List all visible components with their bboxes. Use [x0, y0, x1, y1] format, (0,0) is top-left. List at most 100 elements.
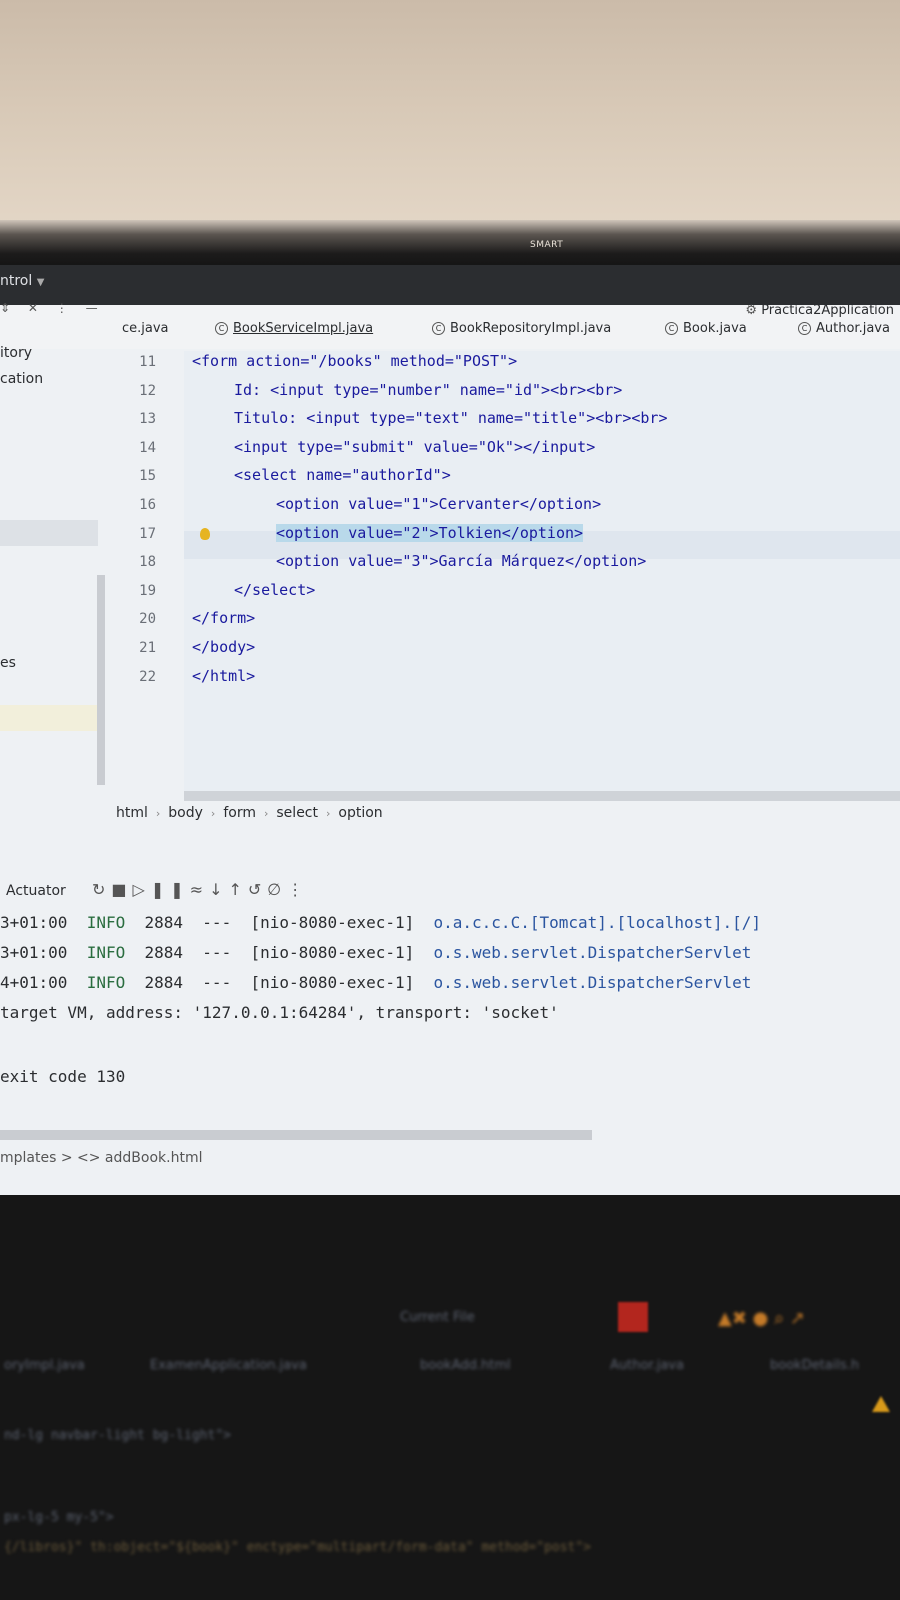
tab-service-java[interactable]: ce.java — [122, 321, 169, 336]
code-line[interactable]: <input type="submit" value="Ok"></input> — [234, 438, 595, 456]
code-line[interactable]: </body> — [192, 638, 255, 656]
tab-author-java[interactable]: C Author.java — [798, 321, 890, 336]
intention-bulb-icon[interactable] — [200, 528, 210, 540]
editor-horizontal-scrollbar[interactable] — [184, 791, 900, 801]
code-line[interactable]: <option value="2">Tolkien</option> — [276, 524, 584, 542]
line-number: 11 — [139, 354, 156, 370]
project-tree-item[interactable]: cation — [0, 371, 43, 387]
pause-icon[interactable]: ❚❚ — [151, 880, 190, 899]
project-tree-item[interactable]: es — [0, 655, 16, 671]
step-over-icon[interactable]: ≈ — [190, 880, 209, 899]
console-tab-actuator[interactable]: Actuator — [6, 883, 66, 899]
console-exit-line: exit code 130 — [0, 1067, 126, 1086]
laptop-tab[interactable]: bookDetails.h — [770, 1358, 859, 1373]
minimize-icon[interactable]: — — [86, 301, 98, 315]
log-timestamp: 4+01:00 — [0, 973, 68, 992]
code-line[interactable]: <option value="3">García Márquez</option… — [276, 552, 646, 570]
tab-label: ce.java — [122, 321, 169, 336]
run-console-toolbar: Actuator ↻■▷❚❚≈↓↑↺∅⋮ — [0, 875, 900, 905]
log-separator: --- — [202, 913, 232, 932]
log-separator: --- — [202, 943, 232, 962]
laptop-warning-icon — [872, 1396, 890, 1412]
mute-icon[interactable]: ∅ — [267, 880, 287, 899]
line-number: 14 — [139, 440, 156, 456]
more-options-icon[interactable]: ⋮ — [56, 301, 68, 315]
project-selected-row[interactable] — [0, 520, 98, 546]
laptop-tab-active[interactable]: bookAdd.html — [420, 1358, 511, 1373]
project-tree-item[interactable]: itory — [0, 345, 32, 361]
monitor-bezel — [0, 220, 900, 268]
code-line[interactable]: Titulo: <input type="text" name="title">… — [234, 409, 667, 427]
collapse-icon[interactable]: ✕ — [28, 301, 38, 315]
code-line[interactable]: Id: <input type="number" name="id"><br><… — [234, 381, 622, 399]
resume-icon[interactable]: ▷ — [133, 880, 151, 899]
refresh-icon[interactable]: ↺ — [248, 880, 267, 899]
log-timestamp: 3+01:00 — [0, 943, 68, 962]
console-log-line: 3+01:00 INFO 2884 --- [nio-8080-exec-1] … — [0, 943, 751, 962]
expand-icon[interactable]: ⇕ — [0, 301, 10, 315]
log-logger: o.s.web.servlet.DispatcherServlet — [433, 973, 752, 992]
tab-bookrepositoryimpl[interactable]: C BookRepositoryImpl.java — [432, 321, 611, 336]
line-number: 21 — [139, 640, 156, 656]
log-pid: 2884 — [144, 973, 184, 992]
run-configuration-selector[interactable]: ⚙ Practica2Application — [745, 303, 894, 318]
project-scrollbar[interactable] — [97, 575, 105, 785]
rerun-icon[interactable]: ↻ — [92, 880, 111, 899]
breadcrumb-item-body[interactable]: body — [168, 805, 203, 821]
log-level: INFO — [86, 973, 126, 992]
wall-background — [0, 0, 900, 225]
laptop-code-line: px-lg-5 my-5"> — [4, 1510, 114, 1525]
version-control-menu[interactable]: ntrol ▼ — [0, 273, 44, 289]
line-number: 22 — [139, 669, 156, 685]
breadcrumb-item-select[interactable]: select — [276, 805, 318, 821]
breadcrumb: html › body › form › select › option — [116, 805, 383, 821]
upload-icon[interactable]: ↑ — [228, 880, 247, 899]
run-config-icon: ⚙ — [745, 303, 758, 318]
line-number: 19 — [139, 583, 156, 599]
chevron-down-icon: ▼ — [36, 277, 45, 288]
laptop-tab[interactable]: ExamenApplication.java — [150, 1358, 307, 1373]
editor-tab-bar: ⇕ ✕ ⋮ — ce.java C BookServiceImpl.java CB… — [0, 301, 900, 349]
console-horizontal-scrollbar[interactable] — [0, 1130, 592, 1140]
log-logger: o.a.c.c.C.[Tomcat].[localhost].[/] — [433, 913, 762, 932]
console-log-line: 4+01:00 INFO 2884 --- [nio-8080-exec-1] … — [0, 973, 751, 992]
menu-label: ntrol — [0, 273, 33, 289]
monitor-brand-logo: SMART — [530, 240, 564, 250]
breadcrumb-separator-icon: › — [263, 807, 269, 820]
stop-icon[interactable]: ■ — [111, 880, 132, 899]
class-icon: C — [798, 322, 811, 335]
line-number: 20 — [139, 611, 156, 627]
tab-book-java[interactable]: C Book.java — [665, 321, 747, 336]
code-line[interactable]: <form action="/books" method="POST"> — [192, 352, 517, 370]
log-thread: [nio-8080-exec-1] — [250, 913, 415, 932]
code-line[interactable]: <select name="authorId"> — [234, 466, 451, 484]
laptop-tab[interactable]: oryImpl.java — [4, 1358, 85, 1373]
code-line[interactable]: </form> — [192, 609, 255, 627]
project-toolbar: ⇕ ✕ ⋮ — — [0, 301, 112, 315]
breadcrumb-item-form[interactable]: form — [223, 805, 256, 821]
laptop-run-selector[interactable]: Current File — [400, 1310, 475, 1325]
log-pid: 2884 — [144, 943, 184, 962]
more-options-icon[interactable]: ⋮ — [287, 880, 309, 899]
log-thread: [nio-8080-exec-1] — [250, 973, 415, 992]
download-icon[interactable]: ↓ — [209, 880, 228, 899]
tab-label: BookRepositoryImpl.java — [450, 321, 612, 336]
breadcrumb-item-option[interactable]: option — [338, 805, 382, 821]
line-number: 17 — [139, 526, 156, 542]
tab-label: BookServiceImpl.java — [233, 321, 374, 336]
breadcrumb-item-html[interactable]: html — [116, 805, 148, 821]
tab-bookserviceimpl[interactable]: C BookServiceImpl.java — [215, 321, 373, 336]
laptop-stop-button[interactable] — [618, 1302, 648, 1332]
code-line[interactable]: <option value="1">Cervanter</option> — [276, 495, 601, 513]
log-logger: o.s.web.servlet.DispatcherServlet — [433, 943, 752, 962]
breadcrumb-separator-icon: › — [326, 807, 331, 820]
code-line[interactable]: </html> — [192, 667, 255, 685]
code-line[interactable]: </select> — [234, 581, 315, 599]
log-level: INFO — [86, 943, 126, 962]
laptop-code-line: {/libros}" th:object="${book}" enctype="… — [4, 1540, 591, 1555]
console-actions: ↻■▷❚❚≈↓↑↺∅⋮ — [92, 880, 309, 899]
laptop-tab[interactable]: Author.java — [610, 1358, 684, 1373]
line-number: 16 — [139, 497, 156, 513]
tab-label: Book.java — [683, 321, 747, 336]
log-timestamp: 3+01:00 — [0, 913, 68, 932]
